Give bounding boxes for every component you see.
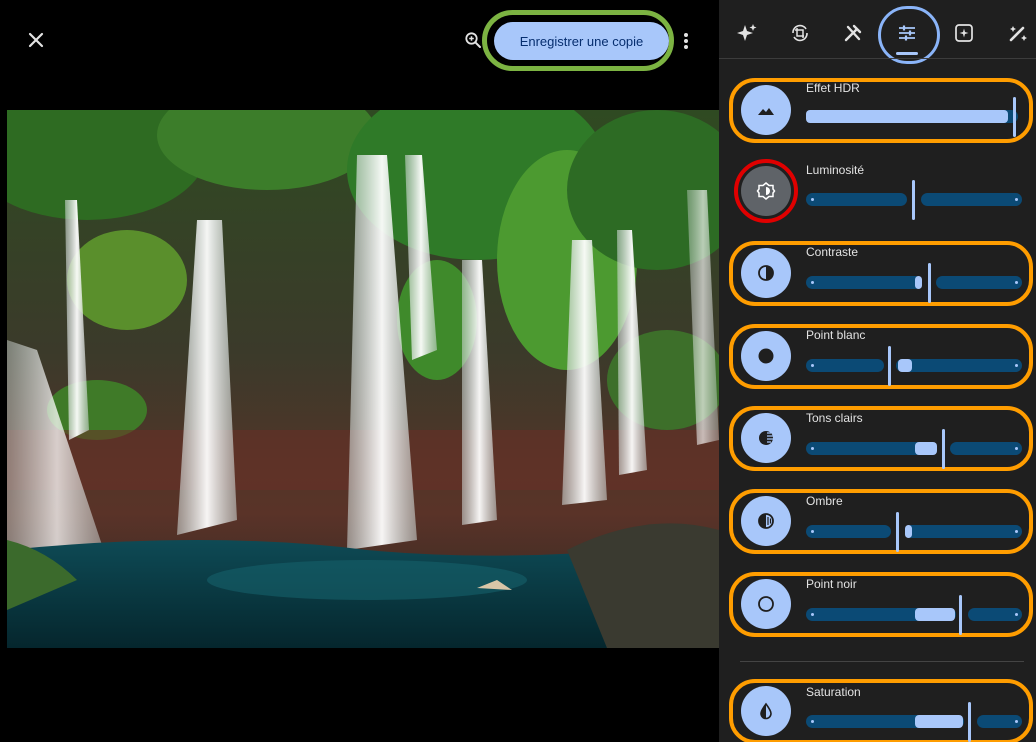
edited-photo — [7, 110, 719, 648]
tab-markup[interactable] — [1003, 18, 1033, 48]
mountain-icon — [758, 108, 774, 115]
filled-circle-icon — [758, 348, 774, 364]
shadows-slider-thumb[interactable] — [896, 512, 899, 552]
adjustment-label: Point noir — [806, 577, 857, 591]
contrast-slider-thumb[interactable] — [928, 263, 931, 303]
crop-rotate-icon — [792, 24, 808, 42]
blackpoint-slider-track-right[interactable] — [968, 608, 1022, 621]
saturation-slider-thumb[interactable] — [968, 702, 971, 742]
hdr-slider-fill — [806, 110, 1008, 123]
photo-editor: Enregistrer une copie — [0, 0, 719, 742]
tab-tools[interactable] — [838, 18, 868, 48]
whitepoint-slider-thumb[interactable] — [888, 346, 891, 386]
saturation-slider-fill — [915, 715, 963, 728]
zoom-in-icon — [465, 32, 481, 48]
adjustment-label: Point blanc — [806, 328, 866, 342]
highlights-icon — [759, 431, 773, 445]
auto-enhance-icon — [737, 24, 757, 41]
adjustment-label: Luminosité — [806, 163, 865, 177]
save-copy-button[interactable]: Enregistrer une copie — [494, 22, 669, 60]
contrast-slider-track-right[interactable] — [936, 276, 1022, 289]
shadows-slider-fill — [905, 525, 912, 538]
brightness-slider-thumb[interactable] — [912, 180, 915, 220]
saturation-toggle-button[interactable] — [741, 686, 791, 736]
save-copy-label: Enregistrer une copie — [519, 33, 644, 49]
slider-min-dot — [811, 364, 814, 367]
adjustment-label: Effet HDR — [806, 81, 860, 95]
shadows-icon — [758, 513, 774, 529]
more-options-button[interactable] — [680, 30, 692, 52]
highlights-toggle-button[interactable] — [741, 413, 791, 463]
highlights-slider-thumb[interactable] — [942, 429, 945, 469]
whitepoint-toggle-button[interactable] — [741, 331, 791, 381]
empty-circle-icon — [758, 596, 774, 612]
whitepoint-slider-fill — [898, 359, 912, 372]
brightness-icon — [756, 182, 776, 200]
slider-max-dot — [1015, 198, 1018, 201]
contrast-icon — [758, 265, 774, 281]
adjustment-label: Ombre — [806, 494, 843, 508]
blackpoint-toggle-button[interactable] — [741, 579, 791, 629]
slider-max-dot — [1015, 720, 1018, 723]
highlights-slider-track-right[interactable] — [950, 442, 1022, 455]
hdr-toggle-button[interactable] — [741, 85, 791, 135]
slider-min-dot — [811, 530, 814, 533]
shadows-slider-track-right[interactable] — [905, 525, 1022, 538]
slider-max-dot — [1015, 613, 1018, 616]
whitepoint-slider-track-left[interactable] — [806, 359, 884, 372]
contrast-slider-fill — [915, 276, 922, 289]
adjustment-label: Tons clairs — [806, 411, 863, 425]
slider-min-dot — [811, 281, 814, 284]
tab-crop-rotate[interactable] — [785, 18, 815, 48]
slider-min-dot — [811, 198, 814, 201]
zoom-button[interactable] — [464, 31, 482, 49]
tab-filters[interactable] — [949, 18, 979, 48]
adjustment-label: Saturation — [806, 685, 861, 699]
shadows-toggle-button[interactable] — [741, 496, 791, 546]
adjust-tab-highlight — [878, 6, 940, 64]
slider-min-dot — [811, 447, 814, 450]
filters-icon — [955, 24, 973, 42]
tools-icon — [844, 24, 862, 42]
brightness-toggle-button[interactable] — [741, 166, 791, 216]
contrast-slider-track-left[interactable] — [806, 276, 922, 289]
more-vert-icon — [684, 33, 688, 49]
slider-min-dot — [811, 720, 814, 723]
slider-min-dot — [811, 613, 814, 616]
brightness-slider-track-left[interactable] — [806, 193, 907, 206]
close-button[interactable] — [24, 28, 48, 52]
tabs-divider — [719, 58, 1036, 59]
slider-max-dot — [1015, 530, 1018, 533]
active-tab-indicator — [896, 52, 918, 55]
highlights-slider-fill — [915, 442, 937, 455]
adjustment-label: Contraste — [806, 245, 859, 259]
markup-icon — [1009, 26, 1027, 42]
close-icon — [28, 32, 44, 48]
section-divider — [740, 661, 1024, 662]
saturation-icon — [760, 702, 772, 720]
whitepoint-slider-track-right[interactable] — [896, 359, 1022, 372]
shadows-slider-track-left[interactable] — [806, 525, 891, 538]
slider-max-dot — [1015, 281, 1018, 284]
blackpoint-slider-fill — [915, 608, 955, 621]
brightness-slider-track-right[interactable] — [921, 193, 1022, 206]
hdr-slider-thumb[interactable] — [1013, 97, 1016, 137]
contrast-toggle-button[interactable] — [741, 248, 791, 298]
slider-max-dot — [1015, 364, 1018, 367]
tab-auto-enhance[interactable] — [732, 18, 762, 48]
blackpoint-slider-thumb[interactable] — [959, 595, 962, 635]
slider-max-dot — [1015, 447, 1018, 450]
